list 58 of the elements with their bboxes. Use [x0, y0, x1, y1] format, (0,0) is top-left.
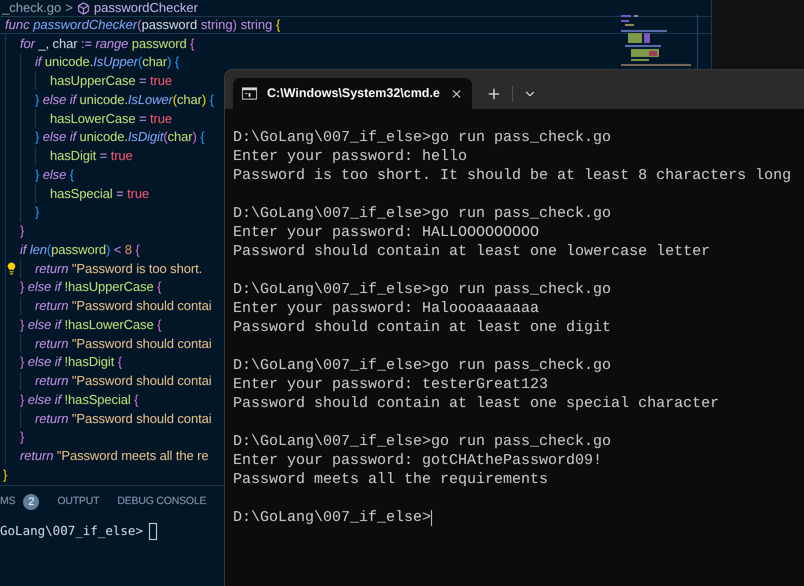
terminal-output-line: D:\GoLang\007_if_else>go run pass_check.go — [233, 281, 612, 298]
code-line: return "Password should contai — [35, 410, 212, 428]
code-line: return "Password should contai — [35, 372, 212, 390]
panel-tab[interactable]: DEBUG CONSOLE — [117, 494, 206, 510]
terminal-output-line: D:\GoLang\007_if_else>go run pass_check.go — [233, 433, 612, 450]
breadcrumb-symbol[interactable]: passwordChecker — [94, 0, 198, 18]
code-line: return "Password meets all the re — [20, 447, 208, 466]
code-line: if len(password) < 8 { — [20, 240, 140, 259]
code-line: } else if !hasUpperCase { — [20, 278, 162, 296]
code-line: } else if unicode.IsDigit(char) { — [35, 128, 204, 146]
code-line: return "Password is too short. — [35, 260, 202, 278]
breadcrumb-file[interactable]: _check.go — [2, 0, 62, 18]
panel-tab[interactable]: OUTPUT — [57, 494, 100, 510]
symbol-icon — [76, 2, 90, 14]
terminal-output-line: D:\GoLang\007_if_else>go run pass_check.go — [233, 129, 612, 146]
terminal-output-line: Password should contain at least one digit — [233, 319, 612, 336]
code-line: } else if !hasSpecial { — [20, 390, 138, 409]
code-line: } — [20, 428, 24, 446]
code-line: } — [20, 222, 24, 240]
code-line: hasDigit = true — [50, 147, 133, 166]
terminal-prompt: D:\GoLang\007_if_else> — [233, 508, 432, 527]
code-line: } else if unicode.IsLower(char) { — [35, 90, 214, 109]
terminal-prompt: GoLang\007_if_else> — [0, 522, 143, 540]
terminal-output-line: D:\GoLang\007_if_else>go run pass_check.go — [233, 357, 612, 374]
terminal-cursor — [149, 522, 157, 540]
terminal-output-line: Enter your password: hello — [233, 148, 468, 165]
code-line: for _, char := range password { — [20, 34, 194, 53]
code-line: } else if !hasDigit { — [20, 353, 122, 372]
code-line: if unicode.IsUpper(char) { — [35, 53, 180, 72]
code-line: hasLowerCase = true — [50, 110, 172, 128]
sticky-code-line: func passwordChecker(password string) string { — [5, 16, 280, 34]
code-line: return "Password should contai — [35, 297, 212, 316]
code-line: } — [3, 466, 8, 484]
code-line: } else if !hasLowerCase { — [20, 316, 162, 334]
code-line: hasUpperCase = true — [50, 72, 172, 90]
code-line: return "Password should contai — [35, 334, 212, 353]
console-icon — [242, 87, 258, 100]
breadcrumb-separator: > — [65, 0, 73, 18]
lightbulb-icon[interactable] — [5, 262, 18, 275]
terminal-output-line: Enter your password: testerGreat123 — [233, 376, 548, 393]
panel-tab[interactable]: MS — [0, 494, 16, 510]
minimap-drawing[interactable] — [620, 14, 699, 70]
tab-title: C:\Windows\System32\cmd.e — [267, 85, 440, 102]
terminal-tab[interactable]: C:\Windows\System32\cmd.e — [233, 78, 472, 109]
terminal-output-line: Password should contain at least one special character — [233, 395, 720, 412]
code-line: } else { — [35, 166, 74, 184]
terminal-output-line: Password meets all the requirements — [233, 471, 548, 488]
terminal-output-line: Password should contain at least one lowercase letter — [233, 243, 710, 260]
terminal-output-line: D:\GoLang\007_if_else>go run pass_check.go — [233, 205, 612, 222]
terminal-cursor — [431, 510, 432, 526]
code-line: } — [35, 203, 40, 222]
terminal-output-line: Enter your password: Haloooaaaaaaa — [233, 300, 540, 317]
terminal-output-line: Password is too short. It should be at least 8 characters long — [233, 167, 792, 184]
terminal-output-line: Enter your password: HALLOOOOOOOOO — [233, 224, 540, 241]
problem-count-badge: 2 — [23, 494, 40, 510]
code-line: hasSpecial = true — [50, 184, 150, 203]
terminal-output-line: Enter your password: gotCHAthePassword09! — [233, 452, 602, 469]
new-tab-icon[interactable] — [486, 86, 502, 102]
